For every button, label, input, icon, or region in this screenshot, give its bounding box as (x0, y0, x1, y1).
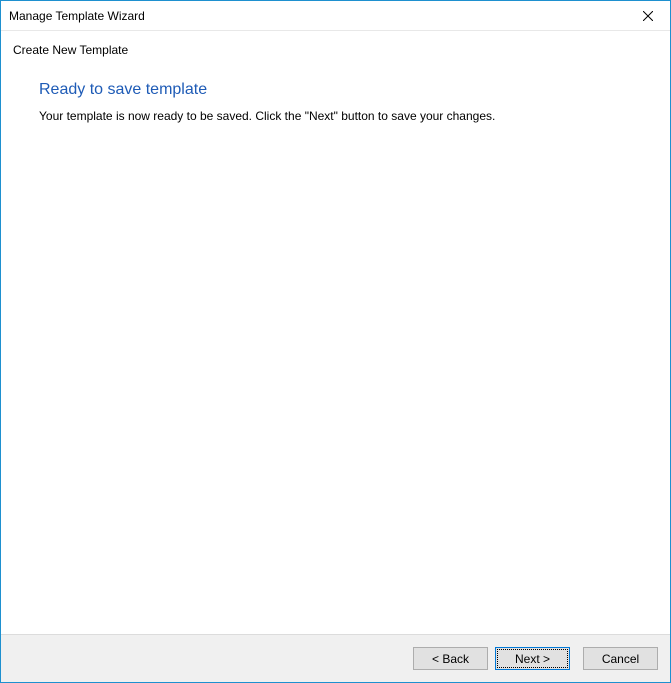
wizard-window: Manage Template Wizard Create New Templa… (0, 0, 671, 683)
close-button[interactable] (625, 1, 670, 30)
wizard-subtitle: Create New Template (13, 43, 128, 57)
cancel-button[interactable]: Cancel (583, 647, 658, 670)
close-icon (643, 11, 653, 21)
page-heading: Ready to save template (39, 81, 642, 99)
back-button[interactable]: < Back (413, 647, 488, 670)
page-description: Your template is now ready to be saved. … (39, 109, 642, 123)
next-button[interactable]: Next > (495, 647, 570, 670)
subtitle-area: Create New Template (1, 31, 670, 65)
content-area: Ready to save template Your template is … (1, 65, 670, 634)
titlebar: Manage Template Wizard (1, 1, 670, 31)
window-title: Manage Template Wizard (9, 9, 145, 23)
footer: < Back Next > Cancel (1, 634, 670, 682)
